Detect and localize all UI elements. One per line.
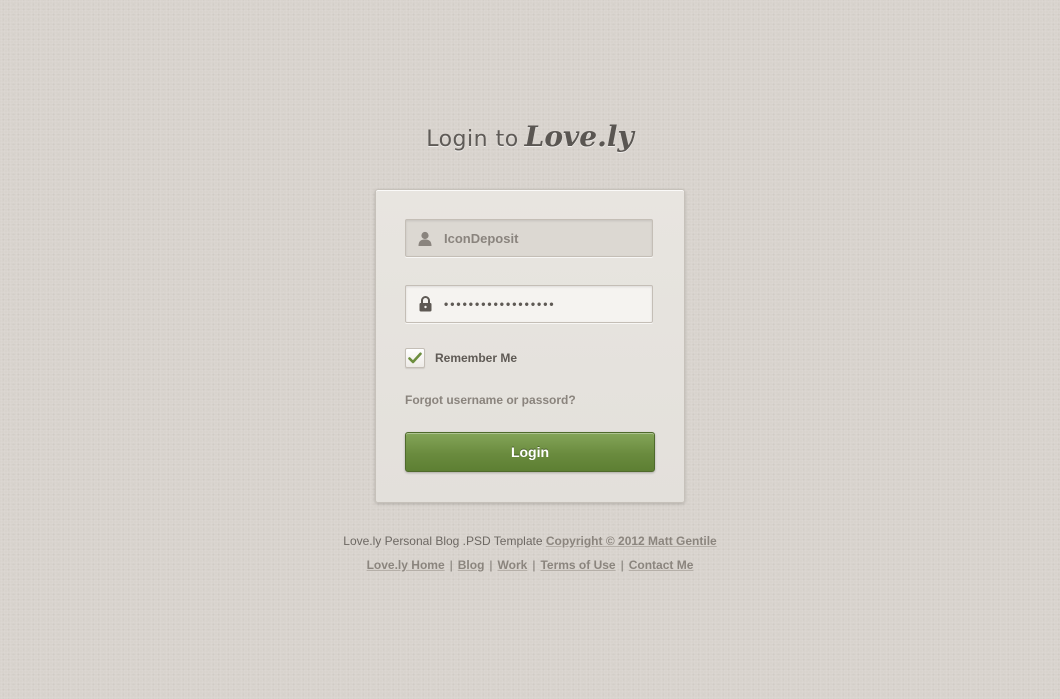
user-icon (406, 220, 444, 256)
username-field[interactable] (405, 219, 653, 257)
footer-link-home[interactable]: Love.ly Home (367, 558, 445, 572)
remember-me-checkbox[interactable] (405, 348, 425, 368)
password-input[interactable] (444, 297, 644, 311)
forgot-password-link[interactable]: Forgot username or passord? (405, 393, 576, 407)
footer-separator: | (620, 558, 624, 572)
footer-credits: Love.ly Personal Blog .PSD Template Copy… (0, 534, 1060, 548)
login-card: Remember Me Forgot username or passord? … (375, 189, 685, 503)
checkmark-icon (408, 352, 422, 364)
footer-link-contact[interactable]: Contact Me (629, 558, 694, 572)
footer-link-terms[interactable]: Terms of Use (540, 558, 615, 572)
title-prefix: Login to (426, 127, 519, 152)
template-text: Love.ly Personal Blog .PSD Template (343, 534, 543, 548)
footer-separator: | (489, 558, 493, 572)
footer-nav: Love.ly Home | Blog | Work | Terms of Use | Cont… (0, 558, 1060, 572)
lock-icon (406, 286, 444, 322)
username-input[interactable] (444, 230, 644, 246)
footer-separator: | (449, 558, 453, 572)
login-button[interactable]: Login (405, 432, 655, 472)
remember-me-label[interactable]: Remember Me (435, 351, 517, 365)
remember-me-row: Remember Me (405, 348, 517, 368)
password-field[interactable] (405, 285, 653, 323)
footer-link-work[interactable]: Work (498, 558, 528, 572)
brand-logo: Love.ly (524, 120, 634, 153)
footer-separator: | (532, 558, 536, 572)
copyright-link[interactable]: Copyright © 2012 Matt Gentile (546, 534, 717, 548)
page-title: Login to Love.ly (0, 120, 1060, 153)
footer-link-blog[interactable]: Blog (458, 558, 485, 572)
